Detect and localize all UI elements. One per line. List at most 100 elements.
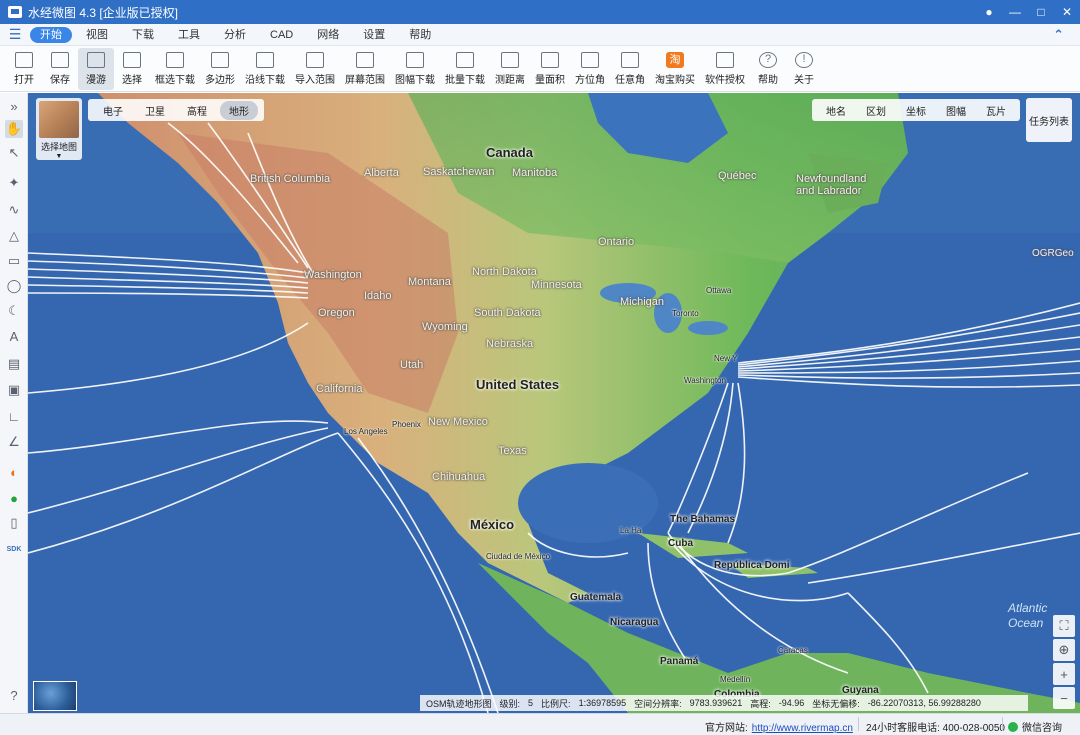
pan-button[interactable]: 漫游 xyxy=(78,47,114,90)
chevron-down-icon: ▼ xyxy=(55,153,63,160)
map-thumbnail-icon xyxy=(39,101,79,138)
draw-line-icon[interactable]: ∿ xyxy=(5,201,23,219)
taobao-icon: 淘 xyxy=(666,51,684,68)
website-link[interactable]: http://www.rivermap.cn xyxy=(752,723,853,734)
help-button[interactable]: ? 帮助 xyxy=(750,48,786,90)
minimap-globe[interactable] xyxy=(33,681,77,711)
menu-start[interactable]: 开始 xyxy=(30,26,72,43)
select-button[interactable]: 选择 xyxy=(114,48,150,90)
map-label-texas: Texas xyxy=(498,445,527,457)
map-type-terrain[interactable]: 地形 xyxy=(220,100,258,120)
select-arrow-icon[interactable]: ↖ xyxy=(5,144,23,162)
layer-coordinates[interactable]: 坐标 xyxy=(896,101,936,120)
measure-area-button[interactable]: 量面积 xyxy=(530,48,570,90)
map-label-washington-dc: Washington xyxy=(684,376,726,385)
box-download-button[interactable]: 框选下载 xyxy=(150,48,200,90)
map-type-satellite[interactable]: 卫星 xyxy=(136,101,174,120)
angle-tool-icon[interactable]: ∠ xyxy=(5,433,23,451)
close-button[interactable]: ✕ xyxy=(1054,0,1080,24)
menu-cad[interactable]: CAD xyxy=(260,27,303,43)
polygon-button[interactable]: 多边形 xyxy=(200,48,240,90)
map-label-saskatchewan: Saskatchewan xyxy=(423,166,495,178)
resolution-label: 空间分辨率: xyxy=(634,698,682,709)
line-download-icon xyxy=(256,51,274,68)
menu-network[interactable]: 网络 xyxy=(307,27,349,43)
screen-range-button[interactable]: 屏幕范围 xyxy=(340,48,390,90)
menu-settings[interactable]: 设置 xyxy=(353,27,395,43)
azimuth-button[interactable]: 方位角 xyxy=(570,48,610,90)
support-phone: 24小时客服电话: 400-028-0050 xyxy=(866,723,1005,734)
fullscreen-icon[interactable]: ⛶ xyxy=(1053,615,1075,637)
scale-label: 比例尺: xyxy=(541,698,571,709)
draw-area-icon[interactable]: △ xyxy=(5,227,23,245)
map-type-elevation[interactable]: 高程 xyxy=(178,101,216,120)
globe-layer-icon[interactable]: ◐ xyxy=(5,463,23,481)
zoom-out-button[interactable]: − xyxy=(1053,687,1075,709)
map-label-south-dakota: South Dakota xyxy=(474,307,541,319)
collapse-ribbon-icon[interactable]: ⌃ xyxy=(1053,27,1064,43)
menu-bar: ☰ 开始 视图 下载 工具 分析 CAD 网络 设置 帮助 ⌃ xyxy=(0,24,1080,46)
taobao-button[interactable]: 淘淘宝购买 xyxy=(650,48,700,90)
import-range-button[interactable]: 导入范围 xyxy=(290,48,340,90)
map-label-ciudad-de-mexico: Ciudad de México xyxy=(486,552,551,561)
measure-area-icon[interactable]: ▣ xyxy=(5,381,23,399)
sdk-icon[interactable]: SDK xyxy=(5,540,23,558)
website-label: 官方网站: xyxy=(705,723,748,734)
link-icon[interactable]: ● xyxy=(5,489,23,507)
map-canvas[interactable]: Canada United States México British Colu… xyxy=(28,93,1080,713)
map-label-panama: Panamá xyxy=(660,656,699,667)
map-selector[interactable]: 选择地图 ▼ xyxy=(36,98,82,160)
measure-ruler-icon[interactable]: ▤ xyxy=(5,355,23,373)
azimuth-tool-icon[interactable]: ∟ xyxy=(5,407,23,425)
save-button[interactable]: 保存 xyxy=(42,48,78,90)
draw-circle-icon[interactable]: ◯ xyxy=(5,277,23,295)
measure-distance-button[interactable]: 测距离 xyxy=(490,48,530,90)
menu-analysis[interactable]: 分析 xyxy=(214,27,256,43)
draw-point-icon[interactable]: ✦ xyxy=(5,174,23,192)
map-label-new-york: New Y xyxy=(714,354,738,363)
map-label-newfoundland: Newfoundland and Labrador xyxy=(796,173,867,197)
menu-view[interactable]: 视图 xyxy=(76,27,118,43)
layer-place-names[interactable]: 地名 xyxy=(816,101,856,120)
draw-rect-icon[interactable]: ▭ xyxy=(5,252,23,270)
open-button[interactable]: 打开 xyxy=(6,48,42,90)
menu-help[interactable]: 帮助 xyxy=(399,27,441,43)
map-label-ottawa: Ottawa xyxy=(706,286,732,295)
about-button[interactable]: ! 关于 xyxy=(786,48,822,90)
map-label-oregon: Oregon xyxy=(318,307,355,319)
menu-download[interactable]: 下载 xyxy=(122,27,164,43)
map-type-electronic[interactable]: 电子 xyxy=(94,101,132,120)
screen-range-icon xyxy=(356,51,374,68)
layer-divisions[interactable]: 区划 xyxy=(856,101,896,120)
zoom-in-button[interactable]: + xyxy=(1053,663,1075,685)
resolution-value: 9783.939621 xyxy=(689,698,743,708)
scale-value: 1:36978595 xyxy=(578,698,627,708)
wechat-consult-button[interactable]: 微信咨询 xyxy=(1008,719,1062,734)
device-icon[interactable]: ▯ xyxy=(5,514,23,532)
task-list-button[interactable]: 任务列表 xyxy=(1026,98,1072,142)
locate-icon[interactable]: ⊕ xyxy=(1053,639,1075,661)
user-icon[interactable]: ● xyxy=(976,0,1002,24)
map-label-washington-state: Washington xyxy=(304,269,362,281)
maximize-button[interactable]: □ xyxy=(1028,0,1054,24)
expand-sidebar-icon[interactable]: » xyxy=(5,97,23,115)
help-circle-icon[interactable]: ? xyxy=(5,686,23,704)
layer-tiles[interactable]: 瓦片 xyxy=(976,101,1016,120)
window-title: 水经微图 4.3 [企业版已授权] xyxy=(28,5,179,20)
batch-download-button[interactable]: 批量下载 xyxy=(440,48,490,90)
line-download-button[interactable]: 沿线下载 xyxy=(240,48,290,90)
minimize-button[interactable]: — xyxy=(1002,0,1028,24)
menu-tools[interactable]: 工具 xyxy=(168,27,210,43)
elevation-value: -94.96 xyxy=(778,698,805,708)
import-range-icon xyxy=(306,51,324,68)
map-label-toronto: Toronto xyxy=(672,309,699,318)
layer-sheets[interactable]: 图幅 xyxy=(936,101,976,120)
draw-sector-icon[interactable]: ☾ xyxy=(5,302,23,320)
sheet-download-button[interactable]: 图幅下载 xyxy=(390,48,440,90)
pan-hand-icon[interactable]: ✋ xyxy=(5,120,23,138)
ribbon-toolbar: 打开 保存 漫游 选择 框选下载 多边形 沿线下载 导入范围 屏幕范围 图幅下载… xyxy=(0,46,1080,92)
hamburger-menu-icon[interactable]: ☰ xyxy=(0,26,30,43)
draw-text-icon[interactable]: A xyxy=(5,327,23,345)
license-button[interactable]: 软件授权 xyxy=(700,48,750,90)
angle-button[interactable]: 任意角 xyxy=(610,48,650,90)
